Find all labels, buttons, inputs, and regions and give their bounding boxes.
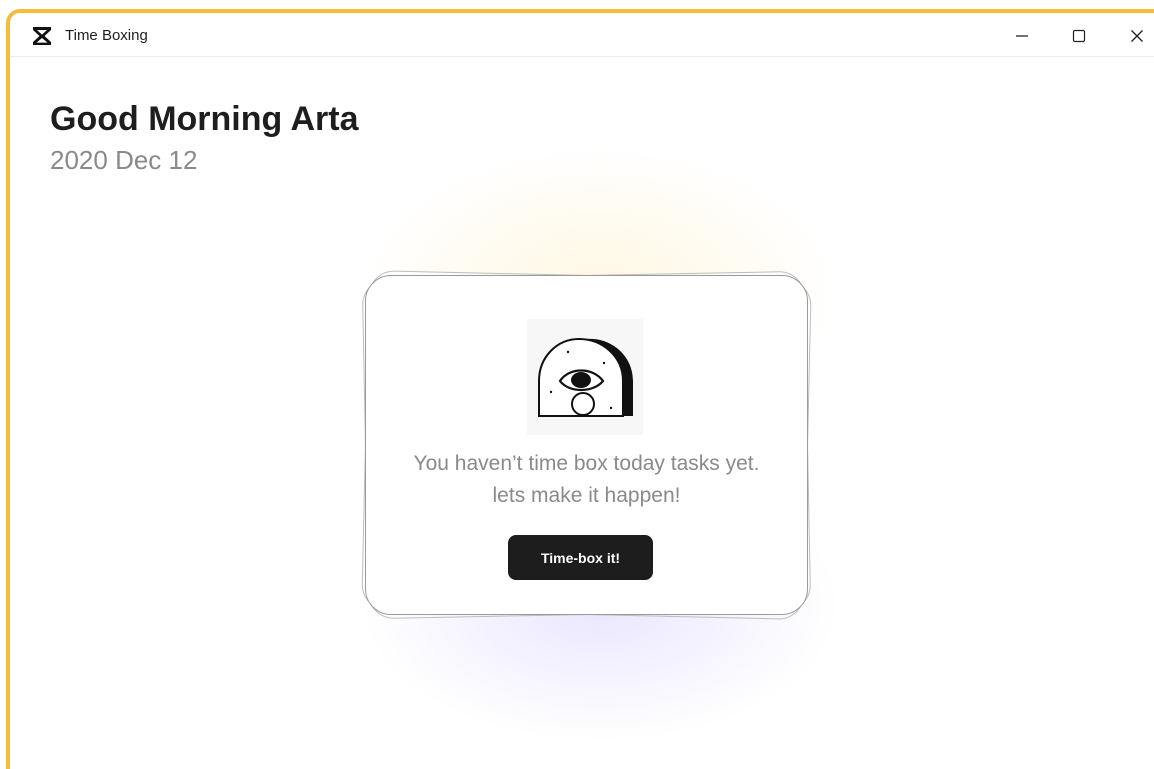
maximize-icon [1072,29,1086,43]
eye-arch-illustration [527,319,643,435]
window-title: Time Boxing [65,27,148,44]
close-button[interactable] [1117,21,1154,51]
empty-state-message-line: You haven’t time box today tasks yet. [413,452,760,475]
title-bar[interactable]: Time Boxing [10,13,1154,57]
time-box-it-button[interactable]: Time-box it! [508,535,653,580]
current-date: 2020 Dec 12 [50,145,198,175]
eye-arch-icon [538,337,633,417]
hourglass-icon [33,27,51,45]
empty-state-message: You haven’t time box today tasks yet. le… [366,448,807,512]
greeting-heading: Good Morning Arta [50,100,359,138]
minimize-icon [1016,35,1028,37]
maximize-button[interactable] [1059,21,1099,51]
empty-state-message-line: lets make it happen! [492,484,681,507]
empty-state-card-stack: You haven’t time box today tasks yet. le… [360,265,830,645]
empty-state-card: You haven’t time box today tasks yet. le… [365,275,808,615]
minimize-button[interactable] [1002,21,1042,51]
close-icon [1131,30,1143,42]
app-window: Time Boxing Good Morning Arta 2020 Dec 1… [6,9,1154,769]
